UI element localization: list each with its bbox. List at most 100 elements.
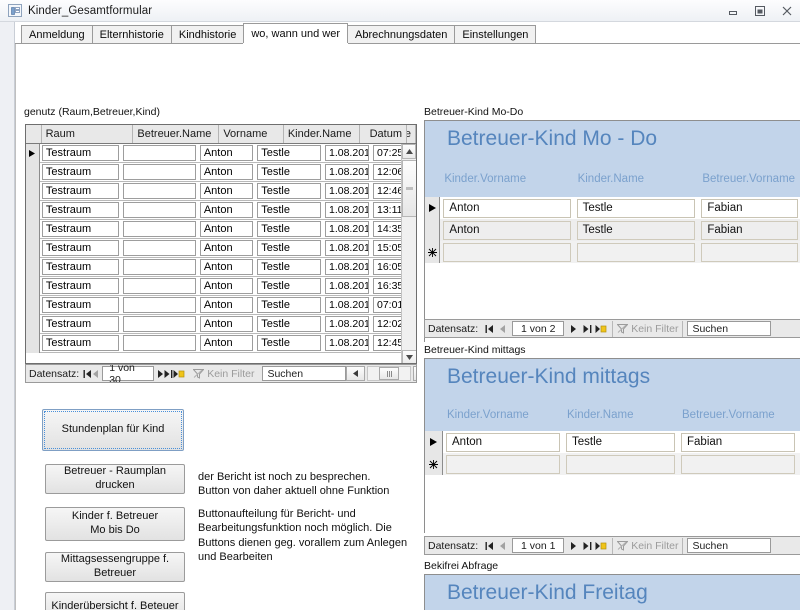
column-header-kinder-name[interactable]: Kinder.Name bbox=[284, 125, 360, 143]
table-row[interactable]: TestraumAntonTestle1.08.201214:35:0 bbox=[26, 220, 416, 239]
row-selector[interactable] bbox=[26, 277, 40, 296]
row-selector-current[interactable] bbox=[425, 197, 440, 219]
scroll-up-arrow[interactable] bbox=[402, 144, 416, 159]
row-selector-new-record[interactable] bbox=[425, 241, 440, 263]
subform-betreuer-kind-mo-do[interactable]: Betreuer-Kind Mo - Do Kinder.Vorname Kin… bbox=[424, 120, 800, 342]
nav-prev-record-button[interactable] bbox=[92, 366, 100, 382]
subform-cell[interactable] bbox=[701, 243, 798, 262]
cell-raum[interactable]: Testraum bbox=[42, 202, 120, 218]
cell-datum[interactable]: 1.08.2012 bbox=[325, 240, 369, 256]
cell-betreuer-name[interactable] bbox=[123, 335, 195, 351]
subform-1-col-betreuer-vorname[interactable]: Betreuer.Vorname bbox=[698, 173, 800, 185]
cell-betreuer-name[interactable] bbox=[123, 202, 195, 218]
cell-kinder-name[interactable]: Testle bbox=[257, 183, 321, 199]
cell-vorname[interactable]: Anton bbox=[200, 164, 253, 180]
tab-wo-wann-und-wer[interactable]: wo, wann und wer bbox=[243, 23, 348, 43]
button-betreuer-raumplan-drucken[interactable]: Betreuer - Raumplan drucken bbox=[45, 464, 185, 494]
cell-kinder-name[interactable]: Testle bbox=[257, 297, 321, 313]
subform-cell[interactable] bbox=[443, 243, 570, 262]
cell-raum[interactable]: Testraum bbox=[42, 278, 120, 294]
nav-last-record-button[interactable] bbox=[164, 366, 173, 382]
subform-2-nav-last[interactable] bbox=[580, 538, 594, 554]
hscroll-thumb[interactable] bbox=[379, 367, 399, 380]
cell-betreuer-name[interactable] bbox=[123, 145, 195, 161]
subform-2-nav-filter[interactable]: Kein Filter bbox=[617, 540, 678, 552]
subform-2-navigator[interactable]: Datensatz: 1 von 1 Kein Filter bbox=[424, 536, 800, 555]
subform-2-nav-position[interactable]: 1 von 1 bbox=[512, 538, 564, 553]
cell-raum[interactable]: Testraum bbox=[42, 335, 120, 351]
cell-vorname[interactable]: Anton bbox=[200, 335, 253, 351]
subform-cell[interactable]: Anton bbox=[443, 199, 570, 218]
subform-cell[interactable]: Fabian bbox=[701, 199, 798, 218]
table-row[interactable]: TestraumAntonTestle1.08.201207:01:0 bbox=[26, 296, 416, 315]
hscroll-track[interactable] bbox=[367, 366, 411, 381]
button-kinderuebersicht-f-beteuer[interactable]: Kinderübersicht f. Beteuer bbox=[45, 592, 185, 610]
cell-kinder-name[interactable]: Testle bbox=[257, 145, 321, 161]
table-row[interactable]: TestraumAntonTestle1.08.201207:25:0 bbox=[26, 144, 416, 163]
subform-cell[interactable]: Anton bbox=[446, 433, 560, 452]
column-header-raum[interactable]: Raum bbox=[42, 125, 134, 143]
table-row[interactable]: TestraumAntonTestle1.08.201212:46:0 bbox=[26, 182, 416, 201]
subform-row[interactable]: AntonTestleFabian bbox=[425, 219, 800, 241]
row-selector-current[interactable] bbox=[26, 144, 40, 163]
cell-datum[interactable]: 1.08.2012 bbox=[325, 164, 369, 180]
column-header-vorname[interactable]: Vorname bbox=[219, 125, 284, 143]
cell-datum[interactable]: 1.08.2012 bbox=[325, 297, 369, 313]
table-row[interactable]: TestraumAntonTestle1.08.201212:45:0 bbox=[26, 334, 416, 353]
row-selector-new-record[interactable] bbox=[425, 453, 443, 475]
button-kinder-f-betreuer-mo-bis-do[interactable]: Kinder f. Betreuer Mo bis Do bbox=[45, 507, 185, 541]
cell-vorname[interactable]: Anton bbox=[200, 221, 253, 237]
subform-cell[interactable]: Fabian bbox=[681, 433, 795, 452]
table-row[interactable]: TestraumAntonTestle1.08.201212:06:0 bbox=[26, 163, 416, 182]
row-selector-current[interactable] bbox=[425, 431, 443, 453]
close-button[interactable] bbox=[773, 0, 800, 21]
restore-button[interactable] bbox=[746, 0, 773, 21]
subform-cell[interactable] bbox=[566, 455, 675, 474]
column-header-zeit[interactable]: Ze bbox=[407, 125, 416, 143]
subform-betreuer-kind-freitag[interactable]: Betreuer-Kind Freitag bbox=[424, 574, 800, 610]
cell-raum[interactable]: Testraum bbox=[42, 240, 120, 256]
cell-raum[interactable]: Testraum bbox=[42, 164, 120, 180]
cell-vorname[interactable]: Anton bbox=[200, 259, 253, 275]
row-selector[interactable] bbox=[26, 239, 40, 258]
cell-kinder-name[interactable]: Testle bbox=[257, 259, 321, 275]
cell-datum[interactable]: 1.08.2012 bbox=[325, 316, 369, 332]
subform-row[interactable]: AntonTestleFabian bbox=[425, 197, 800, 219]
hscroll-right-arrow[interactable] bbox=[413, 366, 417, 381]
cell-raum[interactable]: Testraum bbox=[42, 145, 120, 161]
cell-kinder-name[interactable]: Testle bbox=[257, 278, 321, 294]
cell-kinder-name[interactable]: Testle bbox=[257, 164, 321, 180]
row-selector[interactable] bbox=[26, 220, 40, 239]
cell-datum[interactable]: 1.08.2012 bbox=[325, 183, 369, 199]
subform-betreuer-kind-mittags[interactable]: Betreuer-Kind mittags Kinder.Vorname Kin… bbox=[424, 358, 800, 533]
subform-2-nav-search[interactable]: Suchen bbox=[687, 538, 771, 553]
cell-betreuer-name[interactable] bbox=[123, 297, 195, 313]
row-selector[interactable] bbox=[26, 296, 40, 315]
subform-1-col-kinder-name[interactable]: Kinder.Name bbox=[574, 173, 699, 185]
cell-kinder-name[interactable]: Testle bbox=[257, 240, 321, 256]
table-row[interactable]: TestraumAntonTestle1.08.201216:35:0 bbox=[26, 277, 416, 296]
subform-cell[interactable]: Testle bbox=[566, 433, 675, 452]
button-stundenplan-fuer-kind[interactable]: Stundenplan für Kind bbox=[42, 409, 184, 451]
subform-1-nav-position[interactable]: 1 von 2 bbox=[512, 321, 564, 336]
subform-1-nav-first[interactable] bbox=[482, 321, 496, 337]
cell-kinder-name[interactable]: Testle bbox=[257, 221, 321, 237]
row-selector[interactable] bbox=[26, 182, 40, 201]
column-header-betreuer-name[interactable]: Betreuer.Name bbox=[133, 125, 219, 143]
cell-datum[interactable]: 1.08.2012 bbox=[325, 335, 369, 351]
subform-1-nav-prev[interactable] bbox=[496, 321, 510, 337]
cell-datum[interactable]: 1.08.2012 bbox=[325, 278, 369, 294]
row-selector[interactable] bbox=[425, 219, 440, 241]
subform-cell[interactable]: Fabian bbox=[701, 221, 798, 240]
left-datasheet-vscrollbar[interactable] bbox=[401, 144, 416, 364]
subform-2-col-kinder-vorname[interactable]: Kinder.Vorname bbox=[443, 409, 563, 421]
subform-1-nav-search[interactable]: Suchen bbox=[687, 321, 771, 336]
cell-betreuer-name[interactable] bbox=[123, 164, 195, 180]
subform-2-nav-next[interactable] bbox=[566, 538, 580, 554]
cell-vorname[interactable]: Anton bbox=[200, 297, 253, 313]
cell-raum[interactable]: Testraum bbox=[42, 183, 120, 199]
nav-search-input[interactable]: Suchen bbox=[262, 366, 346, 381]
nav-first-record-button[interactable] bbox=[83, 366, 92, 382]
button-mittagsessengruppe-f-betreuer[interactable]: Mittagsessengruppe f. Betreuer bbox=[45, 552, 185, 582]
subform-1-nav-last[interactable] bbox=[580, 321, 594, 337]
